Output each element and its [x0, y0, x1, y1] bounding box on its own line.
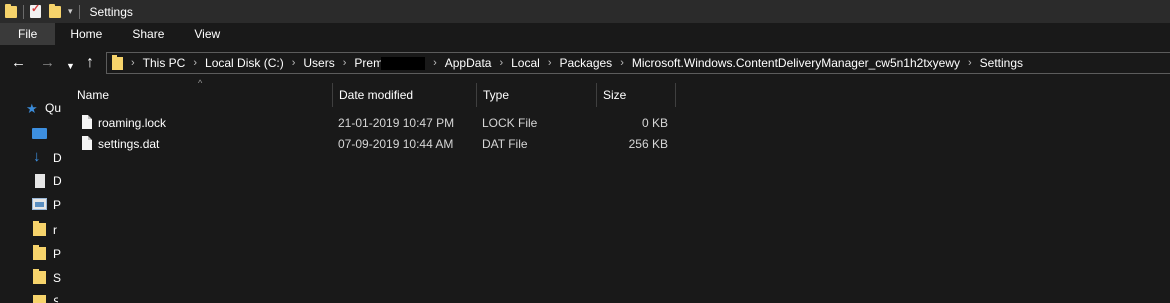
nav-item-pictures[interactable]: P	[0, 198, 62, 214]
nav-item-label: S	[53, 295, 58, 303]
navigation-bar: ← → ▼ ↑ › This PC › Local Disk (C:) › Us…	[0, 50, 1170, 76]
folder-icon	[5, 3, 17, 18]
nav-item-desktop[interactable]	[0, 128, 58, 144]
file-name: settings.dat	[98, 137, 160, 151]
file-date-modified: 07-09-2019 10:44 AM	[338, 137, 454, 151]
divider	[78, 4, 80, 19]
nav-item-documents[interactable]: D	[0, 174, 62, 190]
breadcrumb-settings[interactable]: Settings	[980, 56, 1023, 70]
file-size: 0 KB	[641, 116, 668, 130]
file-name: roaming.lock	[98, 116, 167, 130]
nav-item-folder[interactable]: S	[0, 295, 58, 303]
desktop-icon	[32, 128, 47, 139]
up-arrow-icon[interactable]: ↑	[86, 54, 94, 72]
file-type: DAT File	[482, 137, 528, 151]
ribbon-tabs: File Home Share View	[0, 23, 1170, 45]
folder-icon	[33, 269, 46, 284]
chevron-right-icon[interactable]: ›	[499, 57, 503, 69]
tab-home[interactable]: Home	[55, 23, 117, 45]
download-icon: ↓	[33, 148, 41, 165]
nav-item-label: D	[53, 151, 62, 165]
new-folder-icon[interactable]	[49, 3, 61, 18]
divider	[23, 4, 24, 19]
nav-item-label: Qu	[45, 101, 62, 115]
file-size: 256 KB	[628, 137, 668, 151]
file-icon	[82, 136, 92, 150]
chevron-right-icon[interactable]: ›	[343, 57, 347, 69]
navigation-pane: ★ Qu ↓ D D P r P S S	[0, 90, 62, 303]
back-arrow-icon[interactable]: ←	[11, 54, 26, 72]
chevron-right-icon[interactable]: ›	[292, 57, 296, 69]
nav-item-label: D	[53, 174, 62, 188]
column-header-size[interactable]: Size	[596, 83, 676, 107]
nav-item-label: P	[53, 198, 62, 212]
breadcrumb-local-disk[interactable]: Local Disk (C:)	[205, 56, 284, 70]
breadcrumb-local[interactable]: Local	[511, 56, 540, 70]
file-icon	[82, 115, 92, 129]
chevron-right-icon[interactable]: ›	[548, 57, 552, 69]
folder-icon	[33, 295, 46, 303]
title-bar: ▾ Settings	[0, 0, 1170, 23]
star-icon: ★	[26, 101, 38, 116]
recent-locations-chevron-icon[interactable]: ▼	[66, 57, 75, 75]
forward-arrow-icon[interactable]: →	[40, 54, 55, 72]
nav-item-downloads[interactable]: ↓ D	[0, 148, 62, 166]
nav-item-folder[interactable]: r	[0, 221, 58, 239]
table-row[interactable]: settings.dat 07-09-2019 10:44 AM DAT Fil…	[71, 134, 676, 155]
tab-file[interactable]: File	[0, 23, 56, 45]
redaction-block	[381, 56, 426, 70]
folder-icon	[33, 245, 46, 260]
column-header-type[interactable]: Type	[476, 83, 595, 107]
nav-item-label: r	[53, 223, 57, 237]
tab-share[interactable]: Share	[117, 23, 179, 45]
chevron-right-icon[interactable]: ›	[968, 57, 972, 69]
properties-icon[interactable]	[30, 2, 41, 18]
file-date-modified: 21-01-2019 10:47 PM	[338, 116, 455, 130]
breadcrumb-user[interactable]: Prem	[354, 56, 383, 70]
nav-item-label: P	[53, 247, 62, 261]
folder-icon	[33, 221, 46, 236]
breadcrumb-package[interactable]: Microsoft.Windows.ContentDeliveryManager…	[632, 56, 960, 70]
chevron-right-icon[interactable]: ›	[131, 57, 135, 69]
window-title: Settings	[89, 4, 133, 19]
picture-icon	[32, 198, 47, 210]
folder-icon	[112, 54, 123, 70]
nav-item-label: S	[53, 271, 62, 285]
nav-item-folder[interactable]: S	[0, 269, 62, 287]
file-type: LOCK File	[482, 116, 538, 130]
address-bar[interactable]: › This PC › Local Disk (C:) › Users › Pr…	[106, 52, 1170, 74]
nav-item-quick-access[interactable]: ★ Qu	[0, 101, 62, 117]
nav-item-folder[interactable]: P	[0, 245, 62, 263]
tab-view[interactable]: View	[179, 23, 235, 45]
document-icon	[35, 174, 45, 188]
breadcrumb-this-pc[interactable]: This PC	[143, 56, 186, 70]
column-header-name[interactable]: Name	[71, 83, 331, 107]
chevron-right-icon[interactable]: ›	[193, 57, 197, 69]
table-row[interactable]: roaming.lock 21-01-2019 10:47 PM LOCK Fi…	[71, 113, 676, 134]
chevron-right-icon[interactable]: ›	[620, 57, 624, 69]
chevron-right-icon[interactable]: ›	[433, 57, 437, 69]
column-header-date-modified[interactable]: Date modified	[332, 83, 475, 107]
breadcrumb-packages[interactable]: Packages	[559, 56, 612, 70]
breadcrumb-users[interactable]: Users	[303, 56, 334, 70]
breadcrumb-appdata[interactable]: AppData	[445, 56, 492, 70]
customize-toolbar-dropdown-icon[interactable]: ▾	[68, 6, 73, 17]
